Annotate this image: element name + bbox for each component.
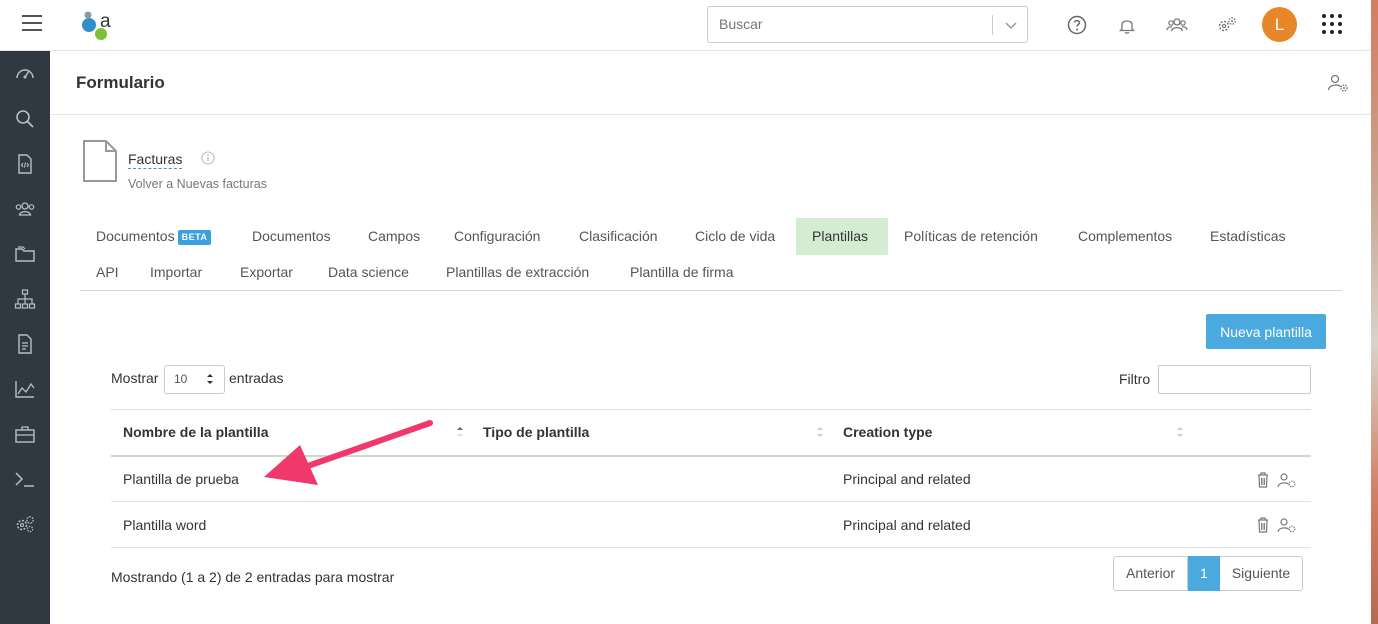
tab-estadisticas[interactable]: Estadísticas (1194, 218, 1301, 255)
column-header-type[interactable]: Tipo de plantilla (471, 409, 831, 457)
column-header-creation[interactable]: Creation type (831, 409, 1191, 457)
actions-cell (1191, 455, 1311, 502)
entries-label: entradas (229, 370, 284, 386)
user-avatar[interactable]: L (1262, 7, 1297, 42)
column-header-label: Tipo de plantilla (483, 424, 590, 441)
column-header-actions (1191, 409, 1311, 457)
top-bar: a L (0, 0, 1371, 51)
tab-plantillas-de-extraccion[interactable]: Plantillas de extracción (430, 254, 605, 291)
tab-importar[interactable]: Importar (134, 254, 218, 291)
page-size-value: 10 (174, 372, 188, 386)
search-separator (992, 15, 993, 35)
table-header-row: Nombre de la plantilla Tipo de plantilla… (111, 409, 1311, 457)
tab-label: Documentos (96, 228, 175, 244)
page-size-select[interactable]: 10 (164, 365, 225, 394)
actions-cell (1191, 501, 1311, 548)
tab-politicas-de-retencion[interactable]: Políticas de retención (888, 218, 1054, 255)
group-icon[interactable] (14, 198, 36, 220)
tab-ciclo-de-vida[interactable]: Ciclo de vida (679, 218, 791, 255)
svg-text:a: a (100, 11, 111, 32)
pagination: Anterior 1 Siguiente (1113, 556, 1304, 591)
tab-documentos[interactable]: Documentos (236, 218, 347, 255)
toolbox-icon[interactable] (14, 423, 36, 445)
table-row[interactable]: Plantilla de prueba Principal and relate… (111, 455, 1311, 502)
tab-plantilla-de-firma[interactable]: Plantilla de firma (614, 254, 750, 291)
users-icon[interactable] (1166, 14, 1188, 36)
tab-api[interactable]: API (80, 254, 135, 291)
chart-icon[interactable] (14, 378, 36, 400)
page-header: Formulario (50, 51, 1371, 115)
help-icon[interactable] (1066, 14, 1088, 36)
form-name[interactable]: Facturas (128, 151, 183, 169)
terminal-icon[interactable] (14, 468, 36, 490)
chevron-down-icon[interactable] (1003, 17, 1019, 33)
org-chart-icon[interactable] (14, 288, 36, 310)
select-arrows-icon (207, 374, 213, 384)
template-type-cell (471, 501, 831, 548)
back-link[interactable]: Volver a Nuevas facturas (128, 177, 267, 191)
template-name-cell[interactable]: Plantilla de prueba (111, 455, 471, 502)
settings-icon[interactable] (1216, 14, 1238, 36)
bell-icon[interactable] (1116, 14, 1138, 36)
row-actions (1253, 516, 1299, 536)
app-logo[interactable]: a (80, 8, 120, 42)
column-header-label: Nombre de la plantilla (123, 424, 269, 441)
next-page-button[interactable]: Siguiente (1219, 556, 1304, 591)
tab-campos[interactable]: Campos (352, 218, 436, 255)
tab-documentos-beta[interactable]: Documentos BETA (80, 218, 227, 255)
background-window-strip (1371, 0, 1378, 624)
tab-exportar[interactable]: Exportar (224, 254, 309, 291)
creation-type-cell: Principal and related (831, 501, 1191, 548)
info-icon[interactable] (201, 151, 215, 165)
menu-icon[interactable] (22, 15, 42, 33)
tab-complementos[interactable]: Complementos (1062, 218, 1188, 255)
tab-clasificacion[interactable]: Clasificación (563, 218, 674, 255)
tab-configuracion[interactable]: Configuración (438, 218, 556, 255)
search-input[interactable] (719, 16, 979, 32)
tab-data-science[interactable]: Data science (312, 254, 425, 291)
template-name-cell[interactable]: Plantilla word (111, 501, 471, 548)
template-type-cell (471, 455, 831, 502)
table-summary: Mostrando (1 a 2) de 2 entradas para mos… (111, 569, 395, 585)
trash-icon[interactable] (1253, 471, 1273, 489)
column-header-name[interactable]: Nombre de la plantilla (111, 409, 471, 457)
current-page-button[interactable]: 1 (1188, 556, 1220, 591)
filter-input[interactable] (1158, 365, 1311, 394)
previous-page-button[interactable]: Anterior (1113, 556, 1189, 591)
form-document-icon (83, 140, 117, 182)
tab-plantillas[interactable]: Plantillas (796, 218, 888, 255)
column-header-label: Creation type (843, 424, 933, 441)
row-actions (1253, 471, 1299, 491)
beta-badge: BETA (177, 230, 212, 245)
user-settings-icon[interactable] (1277, 471, 1297, 489)
folder-icon[interactable] (14, 243, 36, 265)
user-settings-icon[interactable] (1327, 72, 1349, 94)
sort-asc-icon (457, 427, 463, 437)
dashboard-icon[interactable] (14, 63, 36, 85)
filter-label: Filtro (1119, 371, 1151, 387)
new-template-button[interactable]: Nueva plantilla (1206, 314, 1326, 349)
table-row[interactable]: Plantilla word Principal and related (111, 501, 1311, 548)
apps-grid-icon[interactable] (1320, 12, 1344, 36)
page-title: Formulario (76, 73, 165, 92)
sort-icon (817, 427, 823, 437)
trash-icon[interactable] (1253, 516, 1273, 534)
tab-bar: Documentos BETA Documentos Campos Configu… (80, 218, 1342, 291)
search-icon[interactable] (14, 108, 36, 130)
code-file-icon[interactable] (14, 153, 36, 175)
document-icon[interactable] (14, 333, 36, 355)
sidebar (0, 51, 50, 624)
sort-icon (1177, 427, 1183, 437)
show-label: Mostrar (111, 370, 159, 386)
user-settings-icon[interactable] (1277, 516, 1297, 534)
creation-type-cell: Principal and related (831, 455, 1191, 502)
gears-icon[interactable] (14, 513, 36, 535)
templates-table: Nombre de la plantilla Tipo de plantilla… (111, 409, 1311, 548)
search-field[interactable] (707, 6, 1028, 43)
